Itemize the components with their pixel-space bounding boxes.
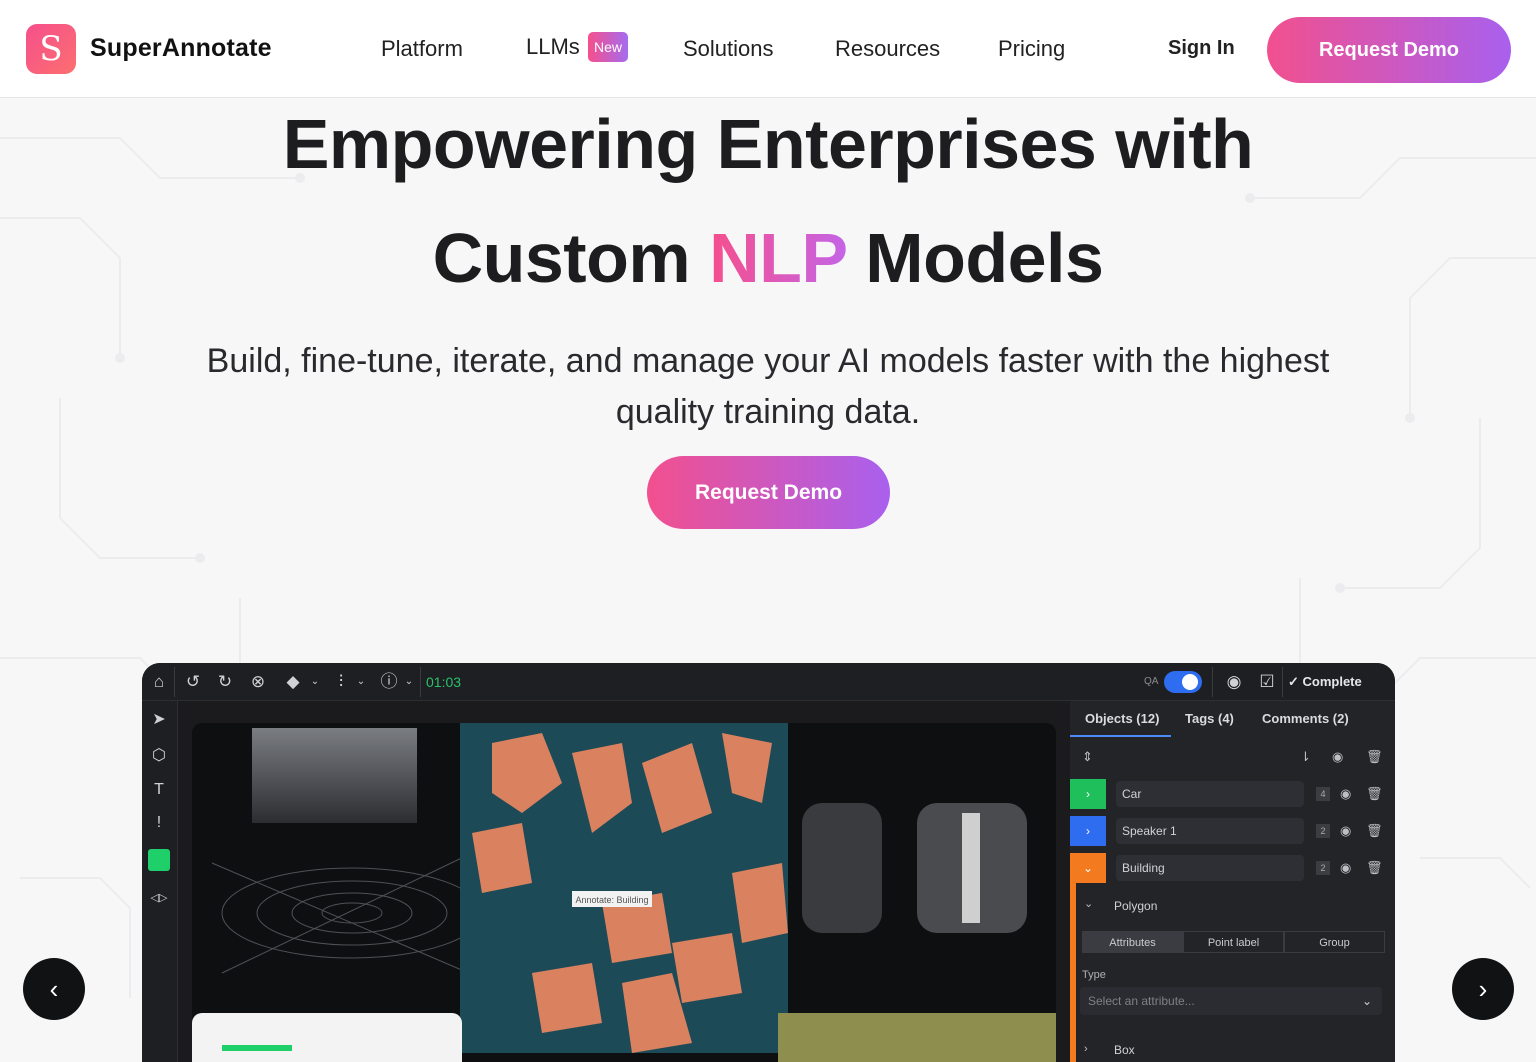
playback-icon[interactable]: ◉: [1223, 671, 1245, 693]
chevron-down-icon: ⌄: [1361, 994, 1372, 1008]
nav-item-platform[interactable]: Platform: [381, 36, 463, 62]
qa-label: QA: [1144, 676, 1159, 687]
type-label: Type: [1082, 969, 1106, 981]
toggle-knob: [1182, 674, 1198, 690]
trash-icon[interactable]: 🗑: [1366, 749, 1383, 765]
chevron-down-icon[interactable]: ⌄: [350, 671, 372, 693]
canvas-image-collage: Annotate: Building: [192, 723, 1056, 1062]
trash-icon[interactable]: 🗑: [1366, 860, 1383, 876]
hero-title-custom: Custom: [432, 219, 691, 297]
chevron-left-icon: ‹: [49, 974, 59, 1004]
brand-name[interactable]: SuperAnnotate: [90, 34, 272, 63]
carousel-prev-button[interactable]: ‹: [23, 958, 85, 1020]
tab-comments[interactable]: Comments (2): [1262, 711, 1349, 726]
check-circle-icon: ✓: [1288, 674, 1303, 689]
request-demo-header-button[interactable]: Request Demo: [1267, 17, 1511, 83]
annotation-canvas[interactable]: Annotate: Building: [192, 723, 1056, 1062]
object-count: 4: [1316, 787, 1330, 801]
trash-icon[interactable]: 🗑: [1366, 786, 1383, 802]
selected-object-indicator: [1070, 883, 1076, 1062]
editor-toolbar: ⌂ ↺ ↻ ⊗ ◆ ⌄ ⫶ ⌄ ⓘ ⌄ 01:03 QA ◉ ☑ ✓ Compl…: [142, 663, 1395, 701]
active-class-color-swatch[interactable]: [148, 849, 170, 871]
new-badge: New: [588, 32, 629, 62]
nav-item-pricing[interactable]: Pricing: [998, 36, 1065, 62]
chevron-right-icon[interactable]: ›: [1070, 816, 1106, 846]
chevron-down-icon[interactable]: ⌄: [1070, 853, 1106, 883]
toolbar-divider: [174, 667, 175, 697]
toolbar-divider: [420, 667, 421, 697]
object-class-field[interactable]: Speaker 1: [1116, 818, 1304, 844]
box-label: Box: [1114, 1043, 1135, 1057]
top-nav: S SuperAnnotate Platform LLMs New Soluti…: [0, 0, 1536, 98]
hero-title-accent: NLP: [709, 219, 847, 297]
complete-button[interactable]: ✓ Complete: [1288, 668, 1390, 696]
carousel-next-button[interactable]: ›: [1452, 958, 1514, 1020]
trash-icon[interactable]: 🗑: [1366, 823, 1383, 839]
eye-icon[interactable]: ◉: [1332, 749, 1343, 765]
eye-icon[interactable]: ◉: [1340, 860, 1351, 876]
hero-subtitle: Build, fine-tune, iterate, and manage yo…: [206, 342, 1330, 431]
segment-point-label[interactable]: Point label: [1183, 931, 1284, 953]
hero-title-line-1: Empowering Enterprises with: [282, 105, 1254, 183]
polygon-tool-icon[interactable]: ⬡: [148, 745, 170, 767]
alert-tool-icon[interactable]: !: [148, 812, 170, 834]
chevron-down-icon[interactable]: ⌄: [304, 671, 326, 693]
nav-item-resources[interactable]: Resources: [835, 36, 940, 62]
request-demo-hero-button[interactable]: Request Demo: [647, 456, 890, 529]
clipboard-check-icon[interactable]: ☑: [1256, 671, 1278, 693]
attribute-select[interactable]: Select an attribute... ⌄: [1080, 987, 1382, 1015]
object-class-field[interactable]: Car: [1116, 781, 1304, 807]
attribute-select-placeholder: Select an attribute...: [1088, 994, 1195, 1008]
filter-icon[interactable]: ⇂: [1300, 749, 1311, 765]
polygon-label: Polygon: [1114, 899, 1158, 913]
reset-icon[interactable]: ⊗: [247, 671, 269, 693]
nav-item-solutions[interactable]: Solutions: [683, 36, 774, 62]
info-icon[interactable]: ⓘ: [378, 671, 400, 693]
timer: 01:03: [426, 674, 462, 690]
chevron-right-icon[interactable]: ›: [1084, 1043, 1088, 1055]
qa-toggle[interactable]: [1164, 671, 1202, 693]
hero-title-models: Models: [865, 219, 1104, 297]
toolbar-divider: [1282, 667, 1283, 697]
chevron-down-icon[interactable]: ⌄: [1084, 897, 1093, 910]
hero-title-line-2: Custom NLP Models: [0, 218, 1536, 298]
eye-icon[interactable]: ◉: [1340, 823, 1351, 839]
eye-icon[interactable]: ◉: [1340, 786, 1351, 802]
object-row[interactable]: › Speaker 1 2 ◉ 🗑: [1070, 816, 1395, 846]
segment-attributes[interactable]: Attributes: [1082, 931, 1183, 953]
object-count: 2: [1316, 824, 1330, 838]
home-icon[interactable]: ⌂: [148, 671, 170, 693]
redo-icon[interactable]: ↻: [214, 671, 236, 693]
tag-icon[interactable]: ◆: [282, 671, 304, 693]
objects-panel: Objects (12) Tags (4) Comments (2) ⇕ ⇂ ◉…: [1070, 701, 1395, 1062]
active-tab-indicator: [1070, 735, 1171, 737]
tab-tags[interactable]: Tags (4): [1185, 711, 1234, 726]
chevron-right-icon[interactable]: ›: [1070, 779, 1106, 809]
object-row[interactable]: ⌄ Building 2 ◉ 🗑: [1070, 853, 1395, 883]
annotate-tooltip: Annotate: Building: [575, 895, 648, 905]
sign-in-link[interactable]: Sign In: [1168, 37, 1235, 60]
object-row[interactable]: › Car 4 ◉ 🗑: [1070, 779, 1395, 809]
chevron-down-icon[interactable]: ⌄: [398, 671, 420, 693]
tab-objects[interactable]: Objects (12): [1085, 711, 1159, 726]
sliders-icon[interactable]: ⫶: [330, 671, 352, 693]
expand-collapse-icon[interactable]: ◁▷: [148, 887, 170, 909]
product-screenshot: ⌂ ↺ ↻ ⊗ ◆ ⌄ ⫶ ⌄ ⓘ ⌄ 01:03 QA ◉ ☑ ✓ Compl…: [142, 663, 1395, 1062]
sort-icon[interactable]: ⇕: [1082, 749, 1093, 765]
undo-icon[interactable]: ↺: [182, 671, 204, 693]
toolbar-divider: [1212, 667, 1213, 697]
object-count: 2: [1316, 861, 1330, 875]
annotation-tools: ➤ ⬡ T ! ◁▷: [142, 701, 178, 1062]
text-tool-icon[interactable]: T: [148, 779, 170, 801]
chevron-right-icon: ›: [1478, 974, 1488, 1004]
segment-group[interactable]: Group: [1284, 931, 1385, 953]
superannotate-logo-icon[interactable]: S: [26, 24, 76, 74]
complete-label: Complete: [1302, 674, 1362, 689]
pointer-tool-icon[interactable]: ➤: [148, 709, 170, 731]
object-class-field[interactable]: Building: [1116, 855, 1304, 881]
nav-item-llms[interactable]: LLMs: [526, 34, 580, 60]
